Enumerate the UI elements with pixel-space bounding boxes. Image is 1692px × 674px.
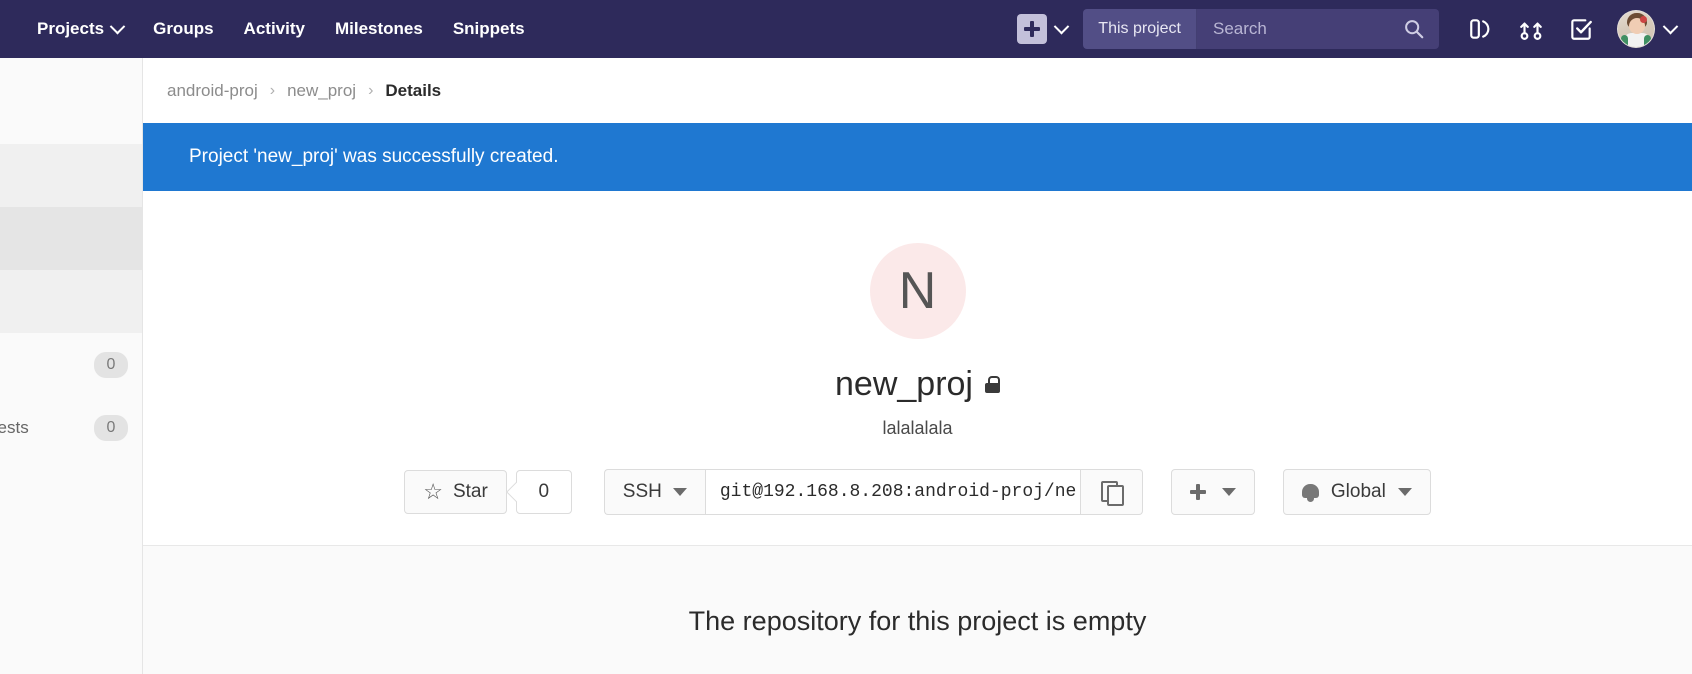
search-field[interactable] [1197, 9, 1439, 49]
nav-item-activity-label: Activity [243, 19, 305, 38]
flash-message: Project 'new_proj' was successfully crea… [189, 146, 559, 167]
sidebar-item-project[interactable]: Project [0, 144, 142, 207]
primary-nav: Projects Groups Activity Milestones Snip… [0, 0, 540, 58]
chevron-down-icon [672, 488, 687, 496]
nav-item-snippets-label: Snippets [452, 19, 525, 38]
clone-url-input[interactable]: git@192.168.8.208:android-proj/ne [704, 469, 1081, 515]
flash-success-banner: Project 'new_proj' was successfully crea… [143, 123, 1692, 191]
nav-item-snippets[interactable]: Snippets [438, 0, 540, 58]
star-count[interactable]: 0 [515, 470, 572, 514]
project-name: new_proj [835, 365, 973, 403]
chevron-down-icon [1221, 488, 1236, 496]
sidebar-item-label: Merge Requests [0, 417, 29, 437]
sidebar-item-badge: 0 [94, 351, 128, 378]
left-sidebar: new_proj Project Repository Analytics Is… [0, 58, 143, 674]
top-navbar: Projects Groups Activity Milestones Snip… [0, 0, 1692, 58]
sidebar-item-repository[interactable]: Repository [0, 207, 142, 270]
sidebar-item-analytics[interactable]: Analytics [0, 270, 142, 333]
todos-icon[interactable] [1559, 7, 1603, 51]
copy-url-button[interactable] [1080, 469, 1143, 515]
breadcrumb-item-group[interactable]: android-proj [167, 81, 258, 101]
nav-item-milestones-label: Milestones [334, 19, 423, 38]
project-actions: ☆ Star 0 SSH git@192.168.8.208:android-p… [404, 469, 1431, 515]
main-content: android-proj › new_proj › Details Projec… [143, 58, 1692, 674]
issues-board-icon[interactable] [1459, 7, 1503, 51]
copy-icon [1100, 481, 1124, 506]
nav-item-activity[interactable]: Activity [229, 0, 320, 58]
plus-icon [1189, 484, 1206, 500]
clone-url-value: git@192.168.8.208:android-proj/ne [719, 482, 1077, 502]
clone-protocol-label: SSH [622, 481, 662, 502]
breadcrumb: android-proj › new_proj › Details [143, 58, 1692, 123]
clone-protocol-dropdown[interactable]: SSH [603, 469, 705, 515]
nav-item-projects[interactable]: Projects [22, 0, 138, 58]
merge-requests-icon[interactable] [1509, 7, 1553, 51]
sidebar-menu: Project Repository Analytics Issues 0 Me… [0, 144, 142, 522]
chevron-down-icon [1054, 18, 1070, 34]
empty-repository-title: The repository for this project is empty [688, 605, 1147, 636]
sidebar-item-badge: 0 [94, 414, 128, 441]
chevron-down-icon [109, 18, 126, 34]
sidebar-item-ci-cd[interactable]: CI / CD [0, 459, 142, 522]
star-button[interactable]: ☆ Star [404, 470, 507, 514]
nav-item-groups[interactable]: Groups [138, 0, 228, 58]
clone-url-group: SSH git@192.168.8.208:android-proj/ne [603, 469, 1143, 515]
navbar-actions: This project [1017, 0, 1692, 58]
chevron-down-icon [1662, 18, 1679, 34]
star-button-label: Star [452, 481, 488, 502]
nav-item-projects-label: Projects [37, 19, 105, 38]
add-dropdown-button[interactable] [1170, 469, 1255, 515]
star-count-value: 0 [538, 481, 550, 502]
bell-icon [1301, 482, 1319, 502]
project-avatar-letter: N [898, 262, 937, 320]
avatar [1617, 10, 1655, 48]
nav-item-milestones[interactable]: Milestones [320, 0, 438, 58]
sidebar-item-issues[interactable]: Issues 0 [0, 333, 142, 396]
nav-item-groups-label: Groups [153, 19, 214, 38]
notifications-label: Global [1330, 481, 1386, 502]
empty-repository-section: The repository for this project is empty [143, 546, 1692, 674]
breadcrumb-current: Details [385, 80, 442, 100]
plus-icon [1017, 14, 1048, 44]
project-home-panel: N new_proj lalalalala ☆ Star 0 SSH git@1… [143, 191, 1692, 546]
project-description: lalalalala [882, 418, 953, 438]
sidebar-item-merge-requests[interactable]: Merge Requests 0 [0, 396, 142, 459]
project-avatar: N [869, 243, 966, 339]
search-scope-label: This project [1098, 20, 1181, 37]
search-scope-button[interactable]: This project [1083, 9, 1197, 49]
breadcrumb-item-project[interactable]: new_proj [287, 81, 356, 101]
user-menu-button[interactable] [1617, 10, 1679, 48]
search-input[interactable] [1213, 19, 1403, 39]
breadcrumb-separator-icon: › [269, 81, 276, 99]
new-dropdown-button[interactable] [1017, 14, 1070, 44]
sidebar-project-header[interactable]: new_proj [0, 58, 142, 144]
notifications-dropdown-button[interactable]: Global [1282, 469, 1431, 515]
chevron-down-icon [1397, 488, 1412, 496]
search-bar: This project [1083, 9, 1439, 49]
search-icon [1405, 20, 1424, 39]
breadcrumb-separator-icon: › [368, 81, 374, 99]
star-icon: ☆ [423, 479, 443, 504]
lock-icon [984, 376, 1001, 393]
page-title: new_proj [835, 365, 1001, 404]
